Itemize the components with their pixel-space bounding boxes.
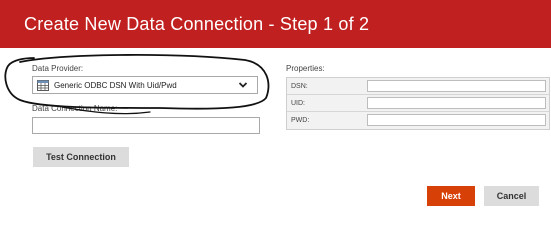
uid-input[interactable] xyxy=(367,97,546,109)
pwd-input[interactable] xyxy=(367,114,546,126)
property-key: UID: xyxy=(291,100,305,107)
test-connection-button[interactable]: Test Connection xyxy=(33,147,129,167)
data-provider-value: Generic ODBC DSN With Uid/Pwd xyxy=(54,81,177,90)
chevron-down-icon[interactable] xyxy=(238,80,248,90)
dialog-title: Create New Data Connection - Step 1 of 2 xyxy=(24,14,370,34)
property-key: DSN: xyxy=(291,83,308,90)
data-connection-name-input[interactable] xyxy=(32,117,260,134)
cancel-button[interactable]: Cancel xyxy=(484,186,539,206)
property-row-uid: UID: xyxy=(287,95,549,112)
property-row-dsn: DSN: xyxy=(287,78,549,95)
property-row-pwd: PWD: xyxy=(287,112,549,129)
property-key: PWD: xyxy=(291,117,310,124)
next-button[interactable]: Next xyxy=(427,186,475,206)
data-provider-select[interactable]: Generic ODBC DSN With Uid/Pwd xyxy=(32,76,258,94)
table-icon xyxy=(37,80,49,91)
data-connection-name-label: Data Connection Name: xyxy=(32,104,118,113)
data-provider-label: Data Provider: xyxy=(32,64,84,73)
properties-table: DSN: UID: PWD: xyxy=(286,77,550,130)
dialog-header: Create New Data Connection - Step 1 of 2 xyxy=(0,0,551,48)
properties-label: Properties: xyxy=(286,64,325,73)
dsn-input[interactable] xyxy=(367,80,546,92)
